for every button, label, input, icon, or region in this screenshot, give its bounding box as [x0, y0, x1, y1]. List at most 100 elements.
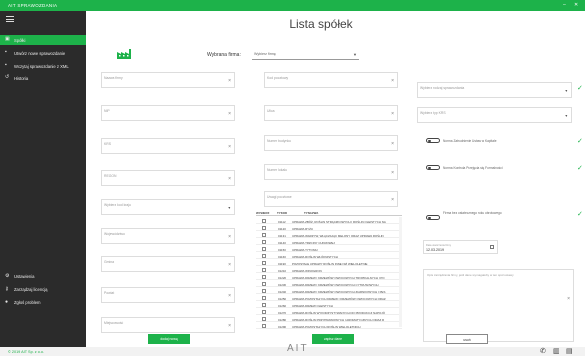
- table-row[interactable]: 01210 UPRAWA WINOGRON: [256, 267, 402, 273]
- clear-icon[interactable]: ×: [391, 170, 394, 176]
- krs-field[interactable]: KRS ×: [101, 138, 235, 154]
- clear-icon[interactable]: ×: [228, 234, 231, 240]
- table-row[interactable]: 01140 UPRAWA TRZCINY CUKROWEJ: [256, 239, 402, 245]
- row-checkbox[interactable]: [262, 296, 266, 300]
- clear-icon[interactable]: ×: [391, 141, 394, 147]
- district-field[interactable]: Powiat ×: [101, 287, 235, 303]
- table-row[interactable]: 01131 UPRAWA WARZYW, WŁĄCZAJĄC MELONY ORA…: [256, 232, 402, 238]
- sidebar-item-companies[interactable]: ▣ Spółki: [0, 35, 86, 45]
- table-row[interactable]: 01160 UPRAWA ROŚLIN WŁÓKNISTYCH: [256, 253, 402, 259]
- table-row[interactable]: 01120 UPRAWA RYŻU: [256, 225, 402, 231]
- country-code-select[interactable]: Wybierz kod kraju ▼: [101, 199, 235, 215]
- row-checkbox[interactable]: [262, 247, 266, 251]
- close-button[interactable]: ✕: [574, 2, 578, 8]
- sidebar-item-label: Zgłoś problem: [14, 300, 41, 305]
- city-field[interactable]: Miejscowość ×: [101, 317, 235, 333]
- company-name-field[interactable]: Nazwa firmy ×: [101, 72, 235, 88]
- firm-select[interactable]: Wybierz firmę ▼: [252, 48, 359, 60]
- municipality-field[interactable]: Gmina ×: [101, 256, 235, 272]
- sidebar-item-history[interactable]: ↺ Historia: [0, 73, 86, 83]
- pkd-code: 01210: [278, 268, 287, 273]
- sidebar-item-label: Ustawienia: [14, 274, 35, 279]
- document-icon[interactable]: ▤: [566, 347, 573, 355]
- row-checkbox[interactable]: [262, 261, 266, 265]
- clear-icon[interactable]: ×: [567, 296, 570, 302]
- table-row[interactable]: 01270 UPRAWA ROŚLIN WYKORZYSTYWANYCH DO P…: [256, 309, 402, 315]
- table-row[interactable]: 01190 POZOSTAŁE UPRAWY ROŚLIN INNE NIŻ WI…: [256, 260, 402, 266]
- toggle-control[interactable]: [426, 165, 440, 170]
- pkd-code: 01270: [278, 310, 287, 315]
- toggle-fiscal-year[interactable]: [426, 215, 440, 220]
- save-button[interactable]: zapisz dane: [312, 334, 354, 344]
- krs-type-select[interactable]: Wybierz typ KRS ▼: [417, 107, 572, 123]
- pkd-name: UPRAWA POZOSTAŁYCH DRZEW I KRZEWÓW OWOCO…: [292, 296, 386, 301]
- row-checkbox[interactable]: [262, 324, 266, 328]
- street-field[interactable]: Ulica ×: [264, 105, 398, 121]
- row-checkbox[interactable]: [262, 317, 266, 321]
- firm-select-value: Wybierz firmę: [254, 52, 276, 56]
- row-checkbox[interactable]: [262, 254, 266, 258]
- sidebar-item-report-problem[interactable]: ● Zgłoś problem: [0, 297, 86, 307]
- pkd-code: 01140: [278, 240, 286, 245]
- table-row[interactable]: 01260 UPRAWA DRZEW OLEISTYCH: [256, 302, 402, 308]
- minimize-button[interactable]: –: [563, 2, 566, 8]
- sidebar-item-load-xml[interactable]: ▪ Wczytaj sprawozdanie z XML: [0, 61, 86, 71]
- nip-field[interactable]: NIP ×: [101, 105, 235, 121]
- clear-icon[interactable]: ×: [228, 78, 231, 84]
- sidebar-item-label: Historia: [14, 76, 29, 81]
- check-icon: ✓: [577, 138, 583, 145]
- pkd-name: UPRAWA ROŚLIN WŁÓKNISTYCH: [292, 254, 338, 259]
- sidebar-item-new-report[interactable]: ▪ Utwórz nowe sprawozdanie: [0, 48, 86, 58]
- clear-icon[interactable]: ×: [391, 197, 394, 203]
- row-checkbox[interactable]: [262, 240, 266, 244]
- table-row[interactable]: 01250 UPRAWA POZOSTAŁYCH DRZEW I KRZEWÓW …: [256, 295, 402, 301]
- phone-icon[interactable]: ✆: [540, 347, 546, 355]
- book-icon[interactable]: ▥: [553, 347, 560, 355]
- pkd-code: 01160: [278, 254, 286, 259]
- clear-icon[interactable]: ×: [228, 176, 231, 182]
- row-checkbox[interactable]: [262, 282, 266, 286]
- table-row[interactable]: 01220 UPRAWA DRZEW I KRZEWÓW OWOCOWYCH TR…: [256, 274, 402, 280]
- row-checkbox[interactable]: [262, 275, 266, 279]
- hamburger-menu-icon[interactable]: [6, 16, 14, 22]
- row-checkbox[interactable]: [262, 289, 266, 293]
- table-row[interactable]: 01240 UPRAWA DRZEW I KRZEWÓW OWOCOWYCH ZI…: [256, 288, 402, 294]
- toggle-capital[interactable]: [426, 138, 440, 143]
- apartment-number-field[interactable]: Numer lokalu ×: [264, 164, 398, 180]
- clear-icon[interactable]: ×: [391, 111, 394, 117]
- report-type-select[interactable]: Wybierz rodzaj sprawozdania ▼: [417, 82, 572, 98]
- building-number-field[interactable]: Numer budynku ×: [264, 135, 398, 151]
- voivodeship-field[interactable]: Województwo ×: [101, 228, 235, 244]
- postal-notes-field[interactable]: Uwagi pocztowe ×: [264, 191, 398, 207]
- clear-icon[interactable]: ×: [228, 262, 231, 268]
- delete-button[interactable]: usuń: [446, 334, 488, 344]
- row-checkbox[interactable]: [262, 303, 266, 307]
- clear-icon[interactable]: ×: [391, 78, 394, 84]
- row-checkbox[interactable]: [262, 219, 266, 223]
- table-row[interactable]: 01290 UPRAWA POZOSTAŁYCH ROŚLIN WIELOLETN…: [256, 323, 402, 329]
- table-row[interactable]: 01280 UPRAWA ROŚLIN PRZYPRAWOWYCH I AROMA…: [256, 316, 402, 322]
- row-checkbox[interactable]: [262, 233, 266, 237]
- sidebar-item-settings[interactable]: ⚙ Ustawienia: [0, 271, 86, 281]
- clear-icon[interactable]: ×: [228, 293, 231, 299]
- clear-icon[interactable]: ×: [228, 323, 231, 329]
- table-row[interactable]: 01150 UPRAWA TYTONIU: [256, 246, 402, 252]
- clear-icon[interactable]: ×: [228, 144, 231, 150]
- row-checkbox[interactable]: [262, 226, 266, 230]
- creation-date-field[interactable]: Data utworzenia firmy 12.03.2019: [423, 240, 498, 254]
- row-checkbox[interactable]: [262, 310, 266, 314]
- description-textarea[interactable]: Opis zarządzania firmy, jeśli dane wymag…: [423, 269, 574, 342]
- regon-field[interactable]: REGON ×: [101, 170, 235, 186]
- table-scrollbar[interactable]: [399, 217, 402, 327]
- table-row[interactable]: 01230 UPRAWA DRZEW I KRZEWÓW OWOCOWYCH CY…: [256, 281, 402, 287]
- postal-code-field[interactable]: Kod pocztowy ×: [264, 72, 398, 88]
- toggle-label: Firma bez ostatecznego roku obrotowego: [443, 211, 502, 215]
- calendar-icon[interactable]: [490, 245, 494, 249]
- table-row[interactable]: 01112 UPRAWA ZBÓŻ, ROŚLIN STRĄCZKOWYCH I …: [256, 218, 402, 224]
- sidebar-item-license[interactable]: ⚷ Zarządzaj licencją: [0, 284, 86, 294]
- add-firm-button[interactable]: dodaj nową: [148, 334, 190, 344]
- date-label: Data utworzenia firmy: [426, 244, 452, 247]
- field-placeholder: Kod pocztowy: [267, 76, 289, 80]
- row-checkbox[interactable]: [262, 268, 266, 272]
- clear-icon[interactable]: ×: [228, 111, 231, 117]
